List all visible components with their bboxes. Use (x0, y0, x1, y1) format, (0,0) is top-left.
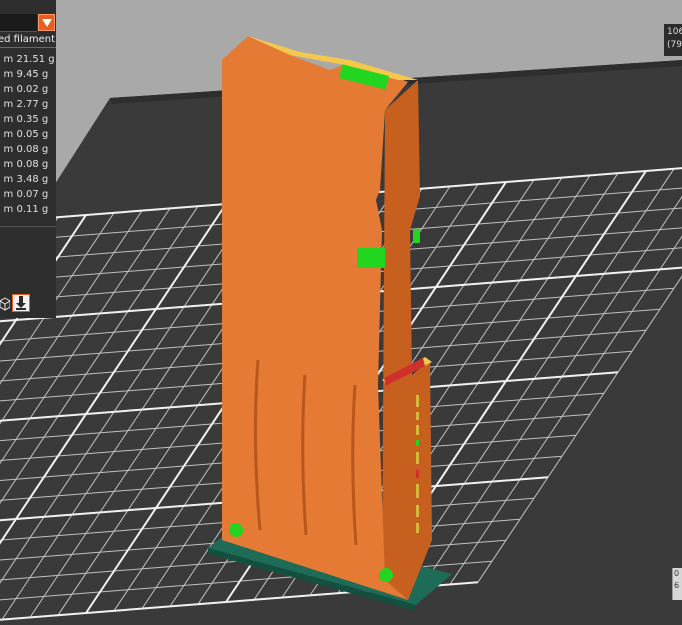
filament-row: 7 m 3.48 g (0, 174, 49, 185)
filament-combo[interactable] (0, 14, 56, 32)
filament-header-label: ed filament (0, 34, 56, 45)
base-support-1 (229, 523, 243, 537)
filament-combo-field[interactable] (0, 14, 37, 32)
filament-row: 3 m 0.08 g (0, 159, 49, 170)
info-line-2: (79 (667, 40, 682, 50)
filament-panel: ed filament 1 m 21.51 g 7 m 9.45 g 1 m 0… (0, 0, 56, 318)
filament-row: 4 m 0.11 g (0, 204, 49, 215)
filament-row: 3 m 0.07 g (0, 189, 49, 200)
side-embossed-text (416, 395, 419, 533)
download-arrow-icon[interactable] (12, 294, 30, 312)
3d-viewport[interactable] (0, 0, 682, 625)
info-line-1: 106 (667, 27, 682, 37)
base-support-2 (379, 568, 393, 582)
dropdown-arrow-icon[interactable] (38, 14, 55, 31)
magazine-model (222, 36, 432, 600)
side-support-left (357, 248, 385, 268)
edge-line-2: 6 (674, 581, 680, 590)
panel-divider (0, 226, 56, 227)
filament-row: 3 m 0.08 g (0, 144, 49, 155)
filament-row: 7 m 9.45 g (0, 69, 49, 80)
panel-toolbar (0, 292, 56, 314)
filament-row: 3 m 2.77 g (0, 99, 49, 110)
cube-icon[interactable] (0, 295, 11, 311)
edge-line-1: 0 (674, 569, 680, 578)
side-support-right (413, 229, 420, 243)
object-info-box: 106 (79 (664, 24, 682, 56)
filament-column-header: ed filament (0, 33, 56, 48)
filament-rows: 1 m 21.51 g 7 m 9.45 g 1 m 0.02 g 3 m 2.… (0, 52, 56, 217)
filament-row: 1 m 0.02 g (0, 84, 49, 95)
edge-info-box: 0 6 (672, 568, 682, 600)
filament-row: 2 m 0.05 g (0, 129, 49, 140)
filament-row: 1 m 21.51 g (0, 54, 55, 65)
filament-row: 2 m 0.35 g (0, 114, 49, 125)
